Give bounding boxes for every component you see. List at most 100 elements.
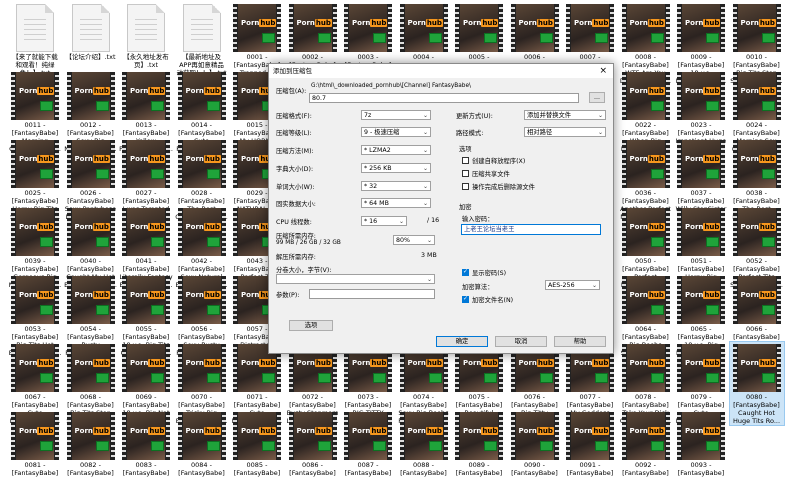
word-select[interactable]: * 32 ⌄ bbox=[361, 181, 431, 191]
logo-text-b: hub bbox=[425, 427, 443, 435]
logo-text-a: Porn bbox=[685, 291, 704, 299]
shared-files-checkbox[interactable] bbox=[462, 170, 469, 177]
options-button[interactable]: 选项 bbox=[289, 320, 333, 331]
logo-text-b: hub bbox=[203, 87, 221, 95]
logo-text-b: hub bbox=[481, 359, 499, 367]
logo-text-b: hub bbox=[758, 359, 776, 367]
file-item[interactable]: Pornhub 0004 - bbox=[397, 2, 451, 61]
file-name-line: 0080 - bbox=[746, 393, 767, 401]
file-name-line: 0024 - bbox=[746, 121, 767, 129]
solid-select[interactable]: * 64 MB ⌄ bbox=[361, 198, 431, 208]
method-select[interactable]: * LZMA2 ⌄ bbox=[361, 145, 431, 155]
video-thumbnail-icon: Pornhub bbox=[66, 72, 115, 120]
format-select[interactable]: 7z ⌄ bbox=[361, 110, 431, 120]
file-item[interactable]: Pornhub 0082 - [FantasyBabe] bbox=[64, 410, 118, 477]
file-item[interactable]: Pornhub 0093 - [FantasyBabe] bbox=[674, 410, 728, 477]
file-item[interactable]: Pornhub 0085 - [FantasyBabe] bbox=[230, 410, 284, 477]
video-thumbnail-icon: Pornhub bbox=[11, 276, 59, 324]
video-thumbnail-icon: Pornhub bbox=[621, 208, 670, 256]
file-item[interactable]: Pornhub 0092 - [FantasyBabe] bbox=[619, 410, 673, 477]
params-label: 参数(P): bbox=[276, 292, 300, 299]
show-password-checkbox[interactable] bbox=[462, 268, 469, 276]
cpu-select[interactable]: * 16 ⌄ bbox=[361, 216, 407, 226]
file-name-line: [FantasyBabe] bbox=[677, 129, 725, 137]
file-item[interactable]: 【论坛介绍】.txt bbox=[64, 2, 118, 61]
mem-pct-select[interactable]: 80% ⌄ bbox=[393, 235, 435, 245]
logo-text-a: Porn bbox=[19, 87, 38, 95]
logo-text-a: Porn bbox=[685, 427, 704, 435]
file-item[interactable]: Pornhub 0080 - [FantasyBabe] Caught Hot Huge… bbox=[728, 341, 785, 426]
file-name-line: [FantasyBabe] bbox=[511, 401, 558, 409]
file-item[interactable]: Pornhub 0090 - [FantasyBabe] bbox=[508, 410, 562, 477]
file-item[interactable]: Pornhub 0006 - bbox=[508, 2, 562, 61]
level-select[interactable]: 9 - 极速压缩 ⌄ bbox=[361, 127, 431, 137]
file-name-line: [FantasyBabe] bbox=[677, 401, 725, 409]
delete-after-checkbox[interactable] bbox=[462, 183, 469, 190]
encrypt-names-checkbox[interactable] bbox=[462, 295, 469, 303]
ok-button[interactable]: 确定 bbox=[436, 336, 488, 347]
logo-text-a: Porn bbox=[740, 359, 759, 367]
help-button[interactable]: 帮助 bbox=[554, 336, 606, 347]
file-name-line: 0037 - bbox=[690, 189, 712, 197]
logo-text-a: Porn bbox=[629, 427, 648, 435]
file-item[interactable]: 【永久地址发布 页】.txt bbox=[119, 2, 173, 69]
logo-text-b: hub bbox=[203, 427, 221, 435]
file-name-line: 0042 - bbox=[191, 257, 212, 265]
file-item[interactable]: Pornhub0002 -[FantasyBabe] bbox=[286, 2, 340, 69]
file-item[interactable]: 【来了就能下载和观看！纯绿色！】.txt bbox=[8, 2, 62, 77]
file-item[interactable]: Pornhub 0084 - [FantasyBabe] bbox=[175, 410, 229, 477]
video-thumbnail-icon: Pornhub bbox=[177, 276, 226, 324]
file-item[interactable]: Pornhub 0005 - bbox=[452, 2, 506, 61]
file-name-line: [FantasyBabe] bbox=[677, 469, 725, 477]
text-file-icon bbox=[182, 4, 221, 52]
params-input[interactable] bbox=[309, 289, 435, 299]
update-select[interactable]: 添加并替换文件 ⌄ bbox=[524, 110, 606, 120]
file-name-line: [FantasyBabe] bbox=[733, 401, 780, 409]
logo-text-b: hub bbox=[758, 87, 776, 95]
file-name-line: 0014 - bbox=[191, 121, 212, 129]
file-item[interactable]: Pornhub 0089 - [FantasyBabe] bbox=[452, 410, 506, 477]
file-item[interactable]: Pornhub 0091 - [FantasyBabe] bbox=[563, 410, 617, 477]
file-item[interactable]: Pornhub 0083 - [FantasyBabe] bbox=[119, 410, 173, 477]
file-name-line: 0013 - bbox=[135, 121, 157, 129]
logo-text-b: hub bbox=[259, 359, 277, 367]
logo-text-a: Porn bbox=[241, 427, 260, 435]
video-thumbnail-icon: Pornhub bbox=[732, 276, 781, 324]
file-name-line: 0074 - bbox=[413, 393, 434, 401]
video-thumbnail-icon: Pornhub bbox=[677, 344, 725, 392]
close-icon[interactable]: × bbox=[599, 64, 607, 78]
video-thumbnail-icon: Pornhub bbox=[288, 412, 337, 460]
file-name-line: 0087 - bbox=[357, 461, 379, 469]
cancel-button[interactable]: 取消 bbox=[495, 336, 547, 347]
file-item[interactable]: 【最新地址及APP再如意精品动获取！！】.txt bbox=[175, 2, 229, 77]
path-mode-select[interactable]: 相对路径 ⌄ bbox=[524, 127, 606, 137]
file-name-line: [FantasyBabe] bbox=[622, 333, 669, 341]
archive-name-input[interactable]: 80.7 bbox=[309, 93, 579, 103]
video-thumbnail-icon: Pornhub bbox=[11, 344, 59, 392]
browse-button[interactable]: ... bbox=[589, 92, 605, 103]
enc-method-select[interactable]: AES-256 ⌄ bbox=[545, 280, 600, 290]
enc-method-value: AES-256 bbox=[548, 282, 575, 289]
logo-text-a: Porn bbox=[74, 359, 93, 367]
logo-text-b: hub bbox=[203, 223, 221, 231]
file-item[interactable]: Pornhub 0087 - [FantasyBabe] bbox=[341, 410, 395, 477]
password-input[interactable]: 上老王论坛当老王 bbox=[461, 224, 601, 235]
add-to-archive-dialog: 添加到压缩包 × 压缩包(A): G:\html\_downloaded_por… bbox=[268, 63, 614, 354]
split-select[interactable]: ⌄ bbox=[276, 274, 435, 284]
file-item[interactable]: Pornhub 0007 - bbox=[563, 2, 617, 61]
file-item[interactable]: Pornhub 0088 - [FantasyBabe] bbox=[397, 410, 451, 477]
logo-text-a: Porn bbox=[518, 427, 537, 435]
sfx-checkbox[interactable] bbox=[462, 157, 469, 164]
file-item[interactable]: Pornhub 0086 - [FantasyBabe] bbox=[286, 410, 340, 477]
logo-text-a: Porn bbox=[74, 427, 93, 435]
file-name-line: 0070 - bbox=[191, 393, 212, 401]
logo-text-a: Porn bbox=[19, 223, 38, 231]
file-name-line: 0009 - bbox=[690, 53, 712, 61]
dict-select[interactable]: * 256 KB ⌄ bbox=[361, 163, 431, 173]
decmem-value: 3 MB bbox=[421, 252, 437, 259]
file-item[interactable]: Pornhub0003 -[FantasyBabe] bbox=[341, 2, 395, 69]
file-name-line: 0082 - bbox=[80, 461, 101, 469]
file-name-line: 0078 - bbox=[635, 393, 656, 401]
file-item[interactable]: Pornhub 0081 - [FantasyBabe] bbox=[8, 410, 62, 477]
file-name-line: [FantasyBabe] bbox=[733, 265, 780, 273]
